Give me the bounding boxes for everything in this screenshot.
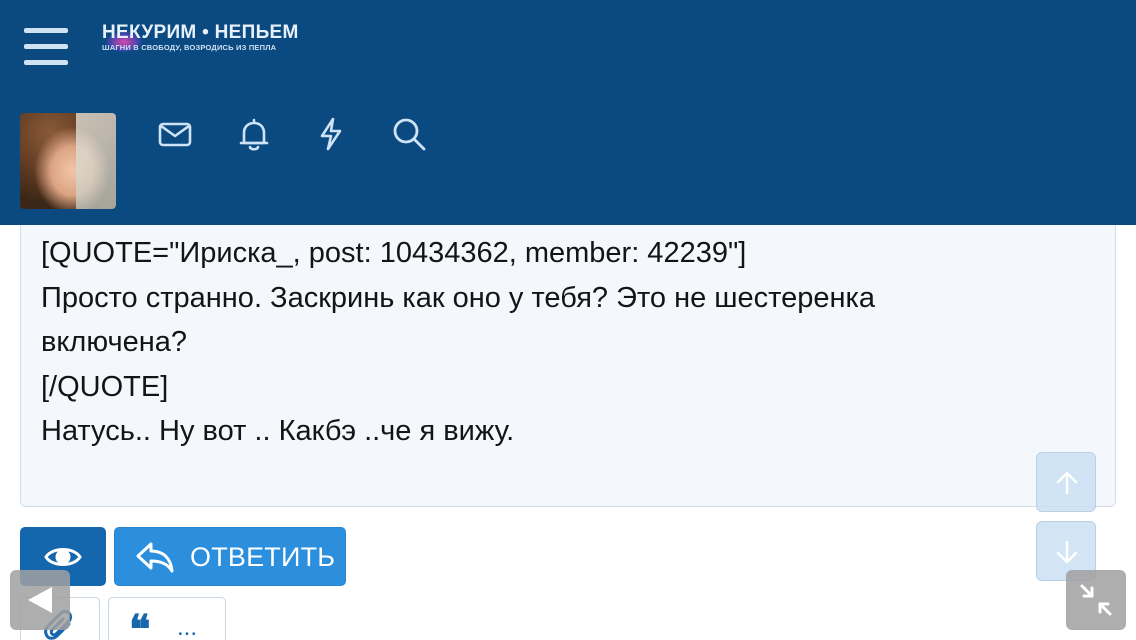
user-avatar[interactable] [20,113,116,209]
editor-line: [QUOTE="Ириска_, post: 10434362, member:… [41,237,747,269]
site-logo[interactable]: НЕКУРИМ • НЕПЬЕМ ШАГНИ В СВОБОДУ, ВОЗРОД… [102,22,312,58]
triangle-left-icon [28,587,52,613]
insert-quote-button[interactable]: ❝ ... [108,597,226,640]
bell-icon[interactable] [236,116,272,152]
exit-fullscreen-button[interactable] [1066,570,1126,630]
editor-line: включена? [41,326,187,358]
arrow-down-icon [1056,540,1078,564]
search-icon[interactable] [391,116,427,152]
logo-title: НЕКУРИМ • НЕПЬЕМ [102,22,299,43]
lightning-icon[interactable] [313,116,349,152]
quote-icon: ❝ [129,607,151,640]
editor-content[interactable]: [QUOTE="Ириска_, post: 10434362, member:… [41,231,1091,454]
back-overlay-button[interactable] [10,570,70,630]
scroll-up-button[interactable] [1036,452,1096,512]
editor-line: [/QUOTE] [41,370,169,403]
message-editor[interactable]: [QUOTE="Ириска_, post: 10434362, member:… [20,225,1116,507]
envelope-icon[interactable] [157,116,193,152]
logo-subtitle: ШАГНИ В СВОБОДУ, ВОЗРОДИСЬ ИЗ ПЕПЛА [102,43,277,52]
reply-label: ОТВЕТИТЬ [190,542,336,572]
editor-line: Натусь.. Ну вот .. Какбэ ..че я вижу. [41,415,515,447]
editor-line: Просто странно. Заскринь как оно у тебя?… [41,281,875,314]
arrow-up-icon [1056,471,1078,495]
eye-icon [44,548,82,566]
quote-label: ... [177,614,198,640]
shrink-icon [1080,584,1112,616]
hamburger-menu-icon[interactable] [24,28,68,66]
reply-button[interactable]: ОТВЕТИТЬ [114,527,346,586]
top-header: НЕКУРИМ • НЕПЬЕМ ШАГНИ В СВОБОДУ, ВОЗРОД… [0,0,1136,225]
reply-icon [136,542,174,573]
